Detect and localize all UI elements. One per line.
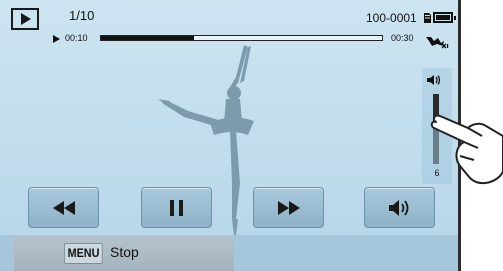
ois-icon (426, 37, 449, 49)
battery-icon (433, 12, 456, 23)
menu-hint[interactable]: MENU Stop (14, 235, 234, 271)
speaker-icon (388, 199, 408, 216)
file-counter: 1/10 (69, 8, 95, 23)
rewind-button[interactable] (28, 187, 99, 228)
pause-icon (169, 199, 183, 216)
battery-level (436, 15, 450, 20)
menu-key[interactable]: MENU (64, 243, 104, 264)
pause-button[interactable] (141, 187, 212, 228)
volume-button[interactable] (364, 187, 435, 228)
fast-forward-icon (277, 200, 300, 215)
elapsed-time: 00:10 (65, 33, 88, 43)
fast-forward-button[interactable] (253, 187, 324, 228)
menu-action-label: Stop (110, 244, 139, 260)
total-time: 00:30 (391, 33, 414, 43)
file-name: 100-0001 (366, 11, 417, 25)
playback-mode-icon[interactable] (11, 8, 39, 30)
speaker-icon (427, 75, 441, 85)
progress-bar[interactable] (100, 35, 383, 41)
progress-fill (101, 36, 194, 40)
play-state-icon (53, 35, 60, 43)
playback-screen: 1/10 100-0001 00:10 00:30 6 MENU Stop (0, 0, 459, 271)
rewind-icon (52, 200, 75, 215)
memory-card-icon (424, 13, 431, 23)
pointing-hand-icon (430, 114, 503, 184)
